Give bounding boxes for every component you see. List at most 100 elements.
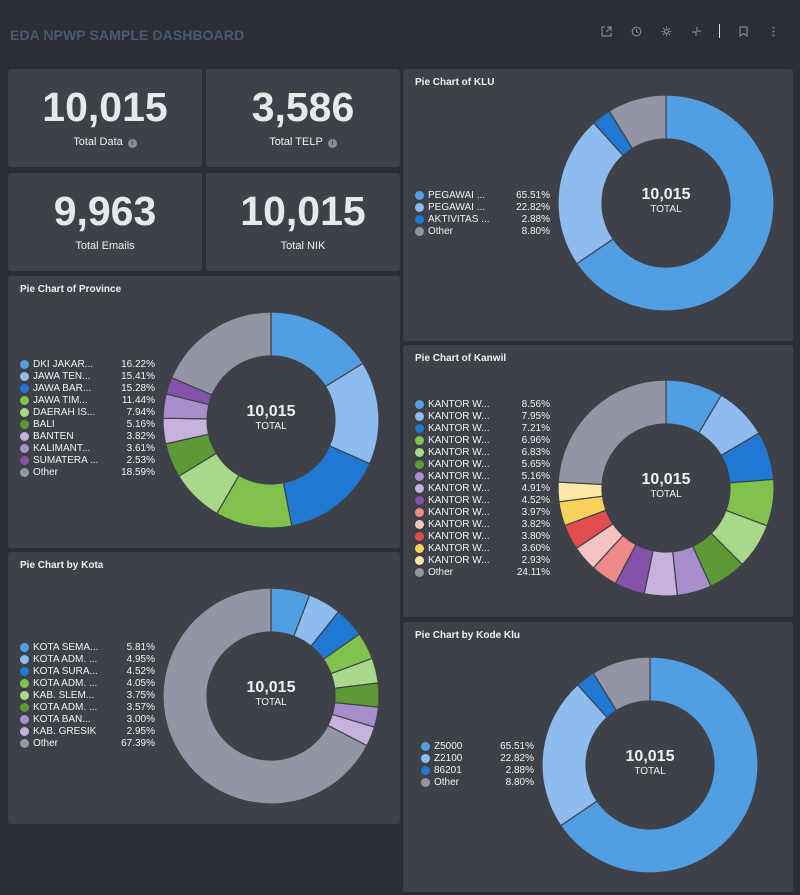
legend-label: Z2100 — [434, 752, 463, 764]
dashboard-toolbar — [591, 22, 788, 40]
legend-item[interactable]: KANTOR W... 6.83% — [415, 446, 550, 458]
clock-icon[interactable] — [621, 22, 651, 40]
legend-label: PEGAWAI ... — [428, 189, 486, 201]
legend-label: KANTOR W... — [428, 446, 490, 458]
legend-item[interactable]: KANTOR W... 4.52% — [415, 494, 550, 506]
info-icon[interactable]: i — [327, 139, 337, 148]
legend-item[interactable]: KANTOR W... 6.96% — [415, 434, 550, 446]
legend-value: 7.95% — [521, 410, 550, 422]
legend-label: DAERAH IS... — [33, 406, 96, 418]
legend-item[interactable]: Z2100 22.82% — [421, 752, 534, 764]
legend-value: 11.44% — [121, 394, 155, 406]
chart-legend: KANTOR W... 8.56% KANTOR W... 7.95% KANTOR W… — [415, 398, 550, 578]
chart-title: Pie Chart of KLU — [415, 77, 495, 88]
stat-label-wrap: Total Data i — [8, 136, 202, 148]
legend-item[interactable]: KOTA ADM. ... 4.05% — [20, 677, 155, 689]
legend-item[interactable]: KANTOR W... 3.82% — [415, 518, 550, 530]
stat-label-wrap: Total NIK — [206, 240, 400, 252]
legend-item[interactable]: KOTA BAN... 3.00% — [20, 713, 155, 725]
legend-label: JAWA TIM... — [33, 394, 88, 406]
legend-swatch — [20, 714, 29, 724]
legend-item[interactable]: AKTIVITAS ... 2.88% — [415, 213, 550, 225]
legend-item[interactable]: KOTA ADM. ... 4.95% — [20, 653, 155, 665]
legend-item[interactable]: KOTA SEMA... 5.81% — [20, 641, 155, 653]
legend-swatch — [415, 190, 424, 200]
legend-label: BALI — [33, 418, 55, 430]
donut-slice[interactable] — [282, 445, 371, 527]
legend-swatch — [415, 411, 424, 421]
legend-item[interactable]: KANTOR W... 7.21% — [415, 422, 550, 434]
legend-item[interactable]: Z5000 65.51% — [421, 740, 534, 752]
legend-item[interactable]: KALIMANT... 3.61% — [20, 442, 155, 454]
legend-item[interactable]: KAB. GRESIK 2.95% — [20, 725, 155, 737]
info-icon[interactable]: i — [127, 139, 137, 148]
stat-label: Total NIK — [280, 240, 326, 252]
legend-value: 6.83% — [521, 446, 550, 458]
legend-swatch — [20, 431, 29, 441]
legend-item[interactable]: Other 8.80% — [415, 225, 550, 237]
legend-item[interactable]: DAERAH IS... 7.94% — [20, 406, 155, 418]
legend-item[interactable]: JAWA BAR... 15.28% — [20, 382, 155, 394]
legend-value: 2.88% — [521, 213, 550, 225]
legend-item[interactable]: BANTEN 3.82% — [20, 430, 155, 442]
legend-item[interactable]: SUMATERA ... 2.53% — [20, 454, 155, 466]
chart-panel-province: Pie Chart of Province DKI JAKAR... 16.22% J… — [8, 276, 400, 548]
legend-item[interactable]: KANTOR W... 5.65% — [415, 458, 550, 470]
legend-label: KANTOR W... — [428, 458, 490, 470]
legend-label: KOTA ADM. ... — [33, 701, 98, 713]
legend-swatch — [20, 395, 29, 405]
legend-label: KANTOR W... — [428, 482, 490, 494]
legend-label: KOTA ADM. ... — [33, 653, 98, 665]
donut-slice[interactable] — [557, 379, 667, 486]
bookmark-icon[interactable] — [728, 22, 758, 40]
legend-swatch — [415, 531, 424, 541]
legend-label: KOTA SEMA... — [33, 641, 99, 653]
legend-label: KOTA SURA... — [33, 665, 98, 677]
legend-label: KANTOR W... — [428, 494, 490, 506]
legend-value: 65.51% — [516, 189, 550, 201]
dashboard-header: EDA NPWP SAMPLE DASHBOARD — [0, 0, 800, 62]
legend-label: Other — [428, 225, 454, 237]
legend-item[interactable]: KANTOR W... 2.93% — [415, 554, 550, 566]
legend-item[interactable]: KOTA SURA... 4.52% — [20, 665, 155, 677]
legend-swatch — [415, 447, 424, 457]
legend-value: 4.52% — [521, 494, 550, 506]
collapse-icon[interactable] — [681, 22, 711, 40]
donut-total-value: 10,015 — [625, 748, 675, 765]
legend-item[interactable]: KAB. SLEM... 3.75% — [20, 689, 155, 701]
legend-item[interactable]: 86201 2.88% — [421, 764, 534, 776]
stat-label: Total Emails — [75, 240, 135, 252]
legend-label: KANTOR W... — [428, 530, 490, 542]
legend-item[interactable]: KANTOR W... 5.16% — [415, 470, 550, 482]
chart-panel-kode-klu: Pie Chart by Kode Klu Z5000 65.51% Z2100 22.… — [403, 622, 793, 892]
legend-item[interactable]: JAWA TEN... 15.41% — [20, 370, 155, 382]
chart-legend: Z5000 65.51% Z2100 22.82% 86201 2.88% Other 8.8… — [421, 740, 534, 788]
legend-swatch — [415, 507, 424, 517]
legend-value: 3.82% — [521, 518, 550, 530]
legend-item[interactable]: Other 18.59% — [20, 466, 155, 478]
legend-item[interactable]: KANTOR W... 3.97% — [415, 506, 550, 518]
legend-value: 3.97% — [521, 506, 550, 518]
legend-item[interactable]: KANTOR W... 3.60% — [415, 542, 550, 554]
donut-slice[interactable] — [170, 311, 272, 396]
legend-item[interactable]: PEGAWAI ... 65.51% — [415, 189, 550, 201]
external-link-icon[interactable] — [591, 22, 621, 40]
legend-item[interactable]: BALI 5.16% — [20, 418, 155, 430]
legend-item[interactable]: KANTOR W... 7.95% — [415, 410, 550, 422]
legend-item[interactable]: KANTOR W... 8.56% — [415, 398, 550, 410]
legend-item[interactable]: KOTA ADM. ... 3.57% — [20, 701, 155, 713]
legend-item[interactable]: PEGAWAI ... 22.82% — [415, 201, 550, 213]
legend-swatch — [20, 455, 29, 465]
legend-item[interactable]: Other 8.80% — [421, 776, 534, 788]
legend-item[interactable]: Other 67.39% — [20, 737, 155, 749]
settings-icon[interactable] — [651, 22, 681, 40]
legend-item[interactable]: JAWA TIM... 11.44% — [20, 394, 155, 406]
legend-label: Other — [428, 566, 454, 578]
legend-label: KANTOR W... — [428, 410, 490, 422]
legend-item[interactable]: Other 24.11% — [415, 566, 550, 578]
legend-item[interactable]: KANTOR W... 3.80% — [415, 530, 550, 542]
legend-swatch — [20, 690, 29, 700]
legend-item[interactable]: KANTOR W... 4.91% — [415, 482, 550, 494]
legend-item[interactable]: DKI JAKAR... 16.22% — [20, 358, 155, 370]
more-icon[interactable] — [758, 22, 788, 40]
